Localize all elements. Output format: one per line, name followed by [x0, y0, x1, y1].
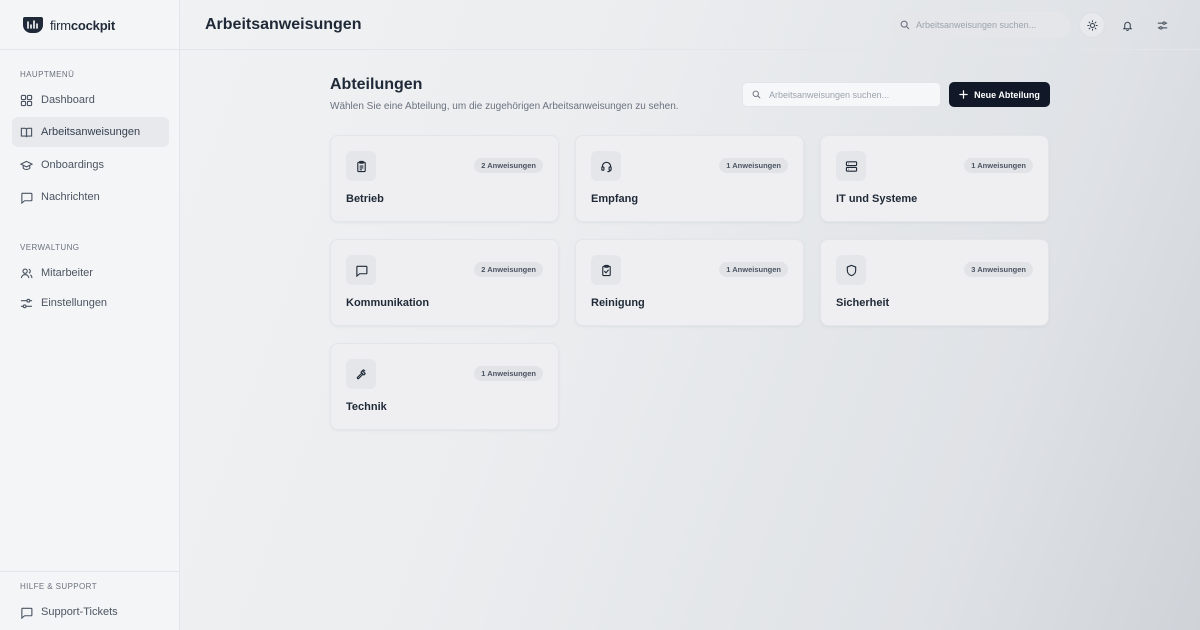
department-card-technik[interactable]: 1 Anweisungen Technik — [330, 343, 559, 430]
top-header: Arbeitsanweisungen — [180, 0, 1200, 50]
department-card-sicherheit[interactable]: 3 Anweisungen Sicherheit — [820, 239, 1049, 326]
instruction-count-badge: 2 Anweisungen — [474, 158, 543, 173]
grid-icon — [20, 94, 33, 106]
bell-icon — [1122, 21, 1132, 31]
section-label-admin: VERWALTUNG — [20, 243, 80, 252]
new-department-label: Neue Abteilung — [974, 89, 1040, 100]
sidebar-item-label: Dashboard — [41, 94, 95, 106]
graduation-cap-icon — [20, 160, 33, 170]
header-search-input[interactable] — [916, 20, 1056, 30]
sun-icon — [1086, 19, 1098, 31]
card-icon-wrap — [346, 255, 376, 285]
department-search-input[interactable] — [769, 89, 909, 100]
department-card-betrieb[interactable]: 2 Anweisungen Betrieb — [330, 135, 559, 222]
headset-icon — [600, 161, 612, 172]
department-card-kommunikation[interactable]: 2 Anweisungen Kommunikation — [330, 239, 559, 326]
sidebar-item-dashboard[interactable]: Dashboard — [12, 85, 169, 115]
instruction-count-badge: 1 Anweisungen — [964, 158, 1033, 173]
sidebar: firmcockpit HAUPTMENÜ Dashboard Arbeitsa… — [0, 0, 180, 630]
sidebar-item-einstellungen[interactable]: Einstellungen — [12, 288, 169, 318]
sidebar-item-label: Arbeitsanweisungen — [41, 126, 141, 138]
filter-settings-button[interactable] — [1149, 12, 1175, 38]
sidebar-item-mitarbeiter[interactable]: Mitarbeiter — [12, 258, 169, 288]
department-search[interactable] — [742, 82, 941, 107]
search-icon — [752, 90, 761, 99]
sidebar-item-arbeitsanweisungen[interactable]: Arbeitsanweisungen — [12, 117, 169, 147]
sidebar-item-onboardings[interactable]: Onboardings — [12, 150, 169, 180]
users-icon — [20, 267, 33, 278]
instruction-count-badge: 1 Anweisungen — [719, 262, 788, 277]
instruction-count-badge: 3 Anweisungen — [964, 262, 1033, 277]
sidebar-item-label: Mitarbeiter — [41, 267, 93, 279]
instruction-count-badge: 2 Anweisungen — [474, 262, 543, 277]
department-name: Betrieb — [346, 193, 384, 205]
shield-icon — [846, 264, 856, 276]
sidebar-item-support-tickets[interactable]: Support-Tickets — [12, 597, 169, 627]
message-icon — [21, 192, 33, 204]
card-icon-wrap — [591, 151, 621, 181]
sidebar-item-label: Nachrichten — [41, 191, 100, 203]
logo[interactable]: firmcockpit — [22, 14, 115, 36]
divider — [0, 571, 180, 572]
section-label-main: HAUPTMENÜ — [20, 70, 75, 79]
department-name: IT und Systeme — [836, 193, 918, 205]
instruction-count-badge: 1 Anweisungen — [719, 158, 788, 173]
clipboard-icon — [356, 160, 366, 172]
sliders-icon — [1157, 20, 1167, 30]
server-icon — [845, 160, 857, 172]
department-card-it-und-systeme[interactable]: 1 Anweisungen IT und Systeme — [820, 135, 1049, 222]
department-name: Kommunikation — [346, 297, 430, 309]
sidebar-item-label: Einstellungen — [41, 297, 108, 309]
department-card-reinigung[interactable]: 1 Anweisungen Reinigung — [575, 239, 804, 326]
section-subtitle: Wählen Sie eine Abteilung, um die zugehö… — [330, 101, 679, 112]
card-icon-wrap — [836, 151, 866, 181]
department-name: Empfang — [591, 193, 639, 205]
card-icon-wrap — [591, 255, 621, 285]
instruction-count-badge: 1 Anweisungen — [474, 366, 543, 381]
hammer-icon — [356, 368, 366, 379]
sidebar-item-nachrichten[interactable]: Nachrichten — [12, 182, 169, 212]
card-icon-wrap — [346, 151, 376, 181]
sliders-icon — [20, 298, 33, 308]
theme-toggle-button[interactable] — [1079, 12, 1105, 38]
divider — [0, 49, 180, 50]
department-name: Technik — [346, 401, 387, 413]
section-title: Abteilungen — [330, 76, 423, 93]
search-icon — [900, 20, 910, 30]
logo-text: firmcockpit — [50, 17, 115, 33]
department-card-empfang[interactable]: 1 Anweisungen Empfang — [575, 135, 804, 222]
clipboard-check-icon — [601, 264, 611, 276]
notifications-button[interactable] — [1114, 12, 1140, 38]
card-icon-wrap — [836, 255, 866, 285]
new-department-button[interactable]: Neue Abteilung — [949, 82, 1050, 107]
page-title: Arbeitsanweisungen — [205, 16, 362, 33]
sidebar-item-label: Onboardings — [41, 159, 104, 171]
section-label-support: HILFE & SUPPORT — [20, 582, 97, 591]
book-icon — [20, 127, 33, 137]
plus-icon — [959, 90, 968, 99]
card-icon-wrap — [346, 359, 376, 389]
department-name: Reinigung — [591, 297, 645, 309]
header-search[interactable] — [890, 12, 1070, 38]
message-icon — [355, 265, 367, 277]
logo-icon — [23, 17, 43, 33]
department-name: Sicherheit — [836, 297, 890, 309]
sidebar-item-label: Support-Tickets — [41, 606, 118, 618]
message-icon — [21, 607, 33, 619]
